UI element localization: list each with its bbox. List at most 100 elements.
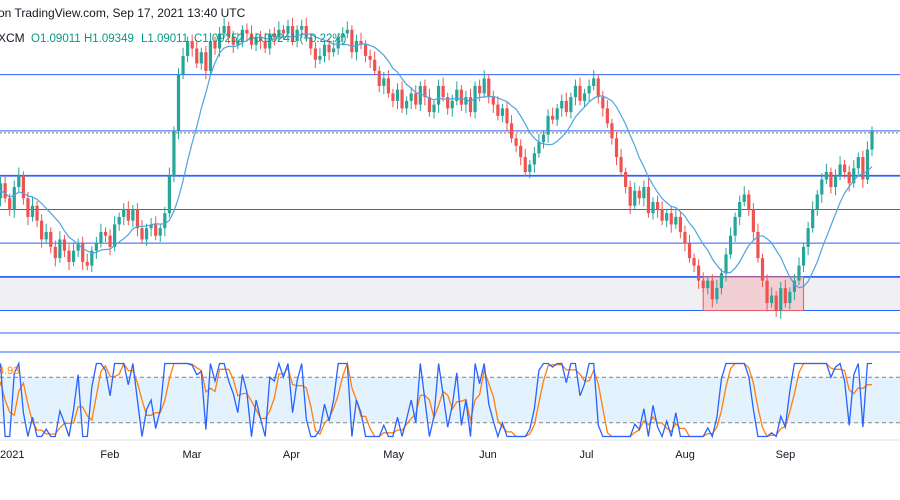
candle-body xyxy=(646,187,651,214)
candle-body xyxy=(108,235,112,247)
candle-body xyxy=(541,134,546,143)
candle-body xyxy=(487,78,491,98)
candle-body xyxy=(706,280,710,289)
candle-body xyxy=(163,213,167,229)
candle-body xyxy=(126,209,130,221)
candle-body xyxy=(436,85,441,105)
candle-body xyxy=(660,209,664,221)
month-label: Sep xyxy=(776,449,796,461)
candle-body xyxy=(26,198,30,217)
candle-body xyxy=(395,89,400,101)
candle-body xyxy=(505,108,509,124)
candle-body xyxy=(71,250,76,262)
candle-body xyxy=(140,228,144,240)
candle-body xyxy=(665,213,669,221)
candle-body xyxy=(208,40,213,71)
candle-body xyxy=(113,224,117,247)
candle-body xyxy=(391,93,395,101)
candle-body xyxy=(865,149,870,180)
change-value: +0.00241 (+0.22%) xyxy=(248,33,347,45)
candle-body xyxy=(806,228,810,247)
candle-body xyxy=(637,190,641,199)
close-value: C1.09252 xyxy=(194,33,244,45)
candle-body xyxy=(738,201,742,217)
candle-body xyxy=(569,97,573,113)
candle-body xyxy=(131,209,135,221)
candle-body xyxy=(363,44,368,56)
candle-body xyxy=(582,93,587,101)
candle-body xyxy=(838,164,842,176)
candle-body xyxy=(596,78,600,98)
candle-body xyxy=(318,55,322,60)
candle-body xyxy=(724,254,728,274)
month-label: Feb xyxy=(100,449,119,461)
candle-body xyxy=(122,209,126,217)
candle-body xyxy=(747,194,751,210)
high-value: H1.09349 xyxy=(84,33,134,45)
candle-body xyxy=(642,187,646,199)
candle-body xyxy=(195,48,199,64)
candle-body xyxy=(17,175,21,187)
candle-body xyxy=(856,157,860,169)
candle-body xyxy=(523,157,527,173)
candle-body xyxy=(468,97,473,113)
candle-body xyxy=(532,153,536,165)
candle-body xyxy=(683,231,687,244)
month-label: Apr xyxy=(283,449,300,461)
month-label: Aug xyxy=(675,449,695,461)
candle-body xyxy=(313,48,317,60)
candle-body xyxy=(619,157,623,173)
candle-body xyxy=(30,205,35,217)
candle-body xyxy=(373,59,377,71)
candle-body xyxy=(418,85,422,105)
candle-body xyxy=(564,100,568,113)
candle-body xyxy=(8,198,12,210)
candle-body xyxy=(824,172,828,180)
candle-body xyxy=(81,243,85,262)
candle-body xyxy=(655,201,660,210)
candle-body xyxy=(719,273,724,289)
candle-body xyxy=(58,239,62,259)
candle-body xyxy=(870,130,874,150)
candle-body xyxy=(405,100,409,109)
candle-body xyxy=(678,216,682,232)
candle-body xyxy=(601,97,605,109)
candle-body xyxy=(85,261,89,266)
candle-body xyxy=(12,187,16,210)
candle-body xyxy=(519,145,523,158)
candle-body xyxy=(820,179,824,195)
candle-body xyxy=(414,93,418,105)
candle-body xyxy=(496,104,500,116)
oscillator-value-label: 4.93 xyxy=(0,365,19,377)
candle-body xyxy=(62,239,67,251)
candle-body xyxy=(628,187,632,206)
candle-body xyxy=(409,93,413,101)
candle-body xyxy=(751,209,755,232)
symbol-label: XCM xyxy=(0,31,25,45)
candle-body xyxy=(592,78,596,86)
candle-body xyxy=(204,52,208,71)
candle-body xyxy=(742,194,746,202)
candle-body xyxy=(770,295,774,304)
candle-body xyxy=(350,29,354,53)
chart-attribution: on TradingView.com, Sep 17, 2021 13:40 U… xyxy=(0,6,246,20)
candle-body xyxy=(199,52,203,64)
candle-body xyxy=(386,78,390,94)
candle-body xyxy=(300,26,304,30)
low-value: L1.09011 xyxy=(141,33,188,45)
candle-body xyxy=(158,228,162,236)
candle-body xyxy=(103,231,108,236)
month-label: Jun xyxy=(479,449,497,461)
candle-body xyxy=(40,220,44,240)
candle-body xyxy=(432,104,436,113)
candle-body xyxy=(815,194,819,210)
candle-body xyxy=(783,288,787,304)
candle-body xyxy=(176,74,181,131)
candle-body xyxy=(49,231,53,247)
candle-body xyxy=(614,138,619,158)
month-label: Mar xyxy=(183,449,202,461)
candle-body xyxy=(491,97,495,105)
candle-body xyxy=(464,97,468,105)
candle-body xyxy=(44,231,48,240)
candle-body xyxy=(788,291,792,304)
